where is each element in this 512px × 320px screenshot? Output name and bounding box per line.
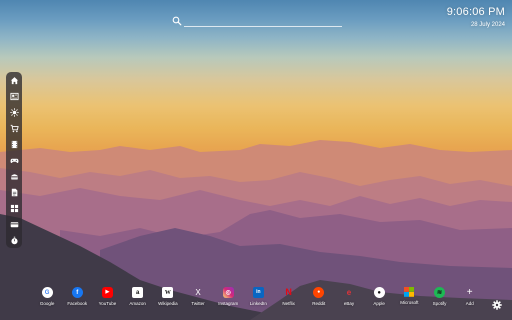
x-twitter-icon: X [195,287,201,297]
shortcut-label: Reddit [312,301,326,306]
gear-icon[interactable] [492,300,502,310]
ebay-icon: e [346,287,352,297]
document-icon [11,188,17,197]
sidebar-item-movies[interactable] [6,137,22,153]
shortcut-youtube[interactable]: ▶ YouTube [92,287,122,313]
search-underline [184,26,342,27]
shortcut-label: Wikipedia [158,301,178,306]
cart-icon [10,125,19,133]
facebook-icon: f [71,287,83,298]
film-icon [11,140,17,149]
grid-icon [10,204,18,212]
sidebar-item-shopping[interactable] [6,121,22,137]
clock: 9:06:06 PM 28 July 2024 [447,6,505,29]
sidebar-item-apps[interactable] [6,200,22,216]
linkedin-icon: in [252,287,264,298]
amazon-icon: a [132,287,144,298]
shortcut-label: Twitter [191,301,205,306]
sidebar-item-home[interactable] [6,73,22,89]
timer-icon [10,236,18,244]
clock-date: 28 July 2024 [470,22,505,28]
plus-icon: + [466,286,473,298]
shortcut-dock: G Google f Facebook ▶ YouTube a Amazon W… [32,287,485,313]
gamepad-icon [10,158,18,164]
shortcut-netflix[interactable]: N Netflix [274,287,304,313]
google-icon: G [41,287,53,298]
spotify-icon: ≋ [434,287,446,298]
add-shortcut-button[interactable]: + Add [455,287,485,313]
shortcut-twitter[interactable]: X Twitter [183,287,213,313]
sidebar-item-documents[interactable] [6,184,22,200]
sidebar-item-food[interactable] [6,168,22,184]
shortcut-label: Apple [373,301,385,306]
shortcut-wikipedia[interactable]: W Wikipedia [153,287,183,313]
netflix-icon: N [285,287,292,297]
search-bar[interactable] [172,16,342,28]
home-icon [10,77,18,85]
shortcut-label: Amazon [129,301,146,306]
mountain-background [0,140,512,320]
shortcut-label: Microsoft [400,300,419,305]
shortcut-label: eBay [343,301,355,306]
shortcut-label: Instagram [218,301,239,306]
shortcut-amazon[interactable]: a Amazon [123,287,153,313]
wikipedia-icon: W [162,287,174,298]
shortcut-linkedin[interactable]: in LinkedIn [243,287,273,313]
shortcut-microsoft[interactable]: Microsoft [394,287,424,313]
shortcut-label: Facebook [67,301,88,306]
weather-icon [9,108,19,118]
food-icon [10,174,18,180]
shortcut-label: Add [465,301,474,306]
sidebar-item-games[interactable] [6,153,22,169]
shortcut-apple[interactable]: ● Apple [364,287,394,313]
apple-icon: ● [373,287,385,298]
shortcut-label: Spotify [432,301,447,306]
search-icon[interactable] [172,16,182,26]
news-icon [9,93,19,101]
shortcut-instagram[interactable]: ◎ Instagram [213,287,243,313]
sidebar-item-news[interactable] [6,89,22,105]
youtube-icon: ▶ [101,287,113,298]
shortcut-facebook[interactable]: f Facebook [62,287,92,313]
sidebar-item-wallet[interactable] [6,216,22,232]
shortcut-label: Netflix [282,301,295,306]
shortcut-ebay[interactable]: e eBay [334,287,364,313]
shortcut-spotify[interactable]: ≋ Spotify [424,287,454,313]
instagram-icon: ◎ [222,287,234,298]
shortcut-label: YouTube [98,301,117,306]
shortcut-reddit[interactable]: ● Reddit [304,287,334,313]
microsoft-icon [404,287,415,297]
wallet-icon [10,221,18,227]
sidebar [6,72,22,248]
sidebar-item-timer[interactable] [6,232,22,248]
sidebar-item-weather[interactable] [6,105,22,121]
shortcut-google[interactable]: G Google [32,287,62,313]
shortcut-label: Google [39,301,55,306]
shortcut-label: LinkedIn [249,301,267,306]
reddit-icon: ● [313,287,325,298]
clock-time: 9:06:06 PM [446,6,505,18]
